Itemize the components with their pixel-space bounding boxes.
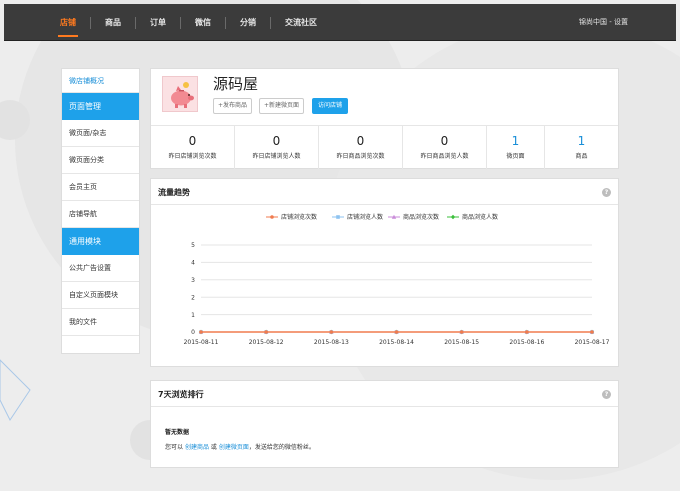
data-point-0-3 <box>394 330 399 334</box>
sidebar-item-5[interactable]: 店铺导航 <box>62 201 139 228</box>
shop-info-card: 源码屋 +发布商品 +新建微页面 访问店铺 0 昨日店铺浏览次数 0 昨日店铺浏览人数… <box>150 68 619 170</box>
empty-suffix: ，发送给您的微信粉丝。 <box>248 444 315 451</box>
nav-item-3[interactable]: 微信 <box>195 4 211 41</box>
legend-marker-3 <box>450 214 456 220</box>
y-tick-label-1: 1 <box>191 312 195 319</box>
x-tick-label-1: 2015-08-12 <box>249 339 284 346</box>
y-tick-label-3: 3 <box>191 277 195 284</box>
sidebar: 微店铺概况 页面管理 微页面/杂志 微页面分类 会员主页 店铺导航 通用模块 公共广告设置 自定… <box>61 68 140 354</box>
data-point-0-5 <box>525 330 529 334</box>
main-nav: 店铺 商品 订单 微信 分销 交流社区 <box>58 4 331 41</box>
legend-label-0: 店铺浏览次数 <box>281 213 317 221</box>
data-point-0-6 <box>590 330 594 334</box>
x-tick-label-2: 2015-08-13 <box>314 339 349 346</box>
new-page-button[interactable]: +新建微页面 <box>259 98 305 114</box>
traffic-trend-card: 流量趋势 ? 店铺浏览次数 店铺浏览人数 商品浏览次数 商品浏览人数 0 1 2 3 4 5 201… <box>150 178 619 367</box>
sidebar-item-2[interactable]: 微页面/杂志 <box>62 120 139 147</box>
traffic-line-chart: 店铺浏览次数 店铺浏览人数 商品浏览次数 商品浏览人数 0 1 2 3 4 5 2015-08-11… <box>184 213 610 346</box>
sidebar-item-1: 页面管理 <box>62 93 139 120</box>
legend-marker-0 <box>270 215 274 219</box>
stat-label: 商品 <box>575 153 588 160</box>
stat-4[interactable]: 1 微页面 <box>487 126 545 170</box>
legend-marker-1 <box>336 215 340 219</box>
legend-label-1: 店铺浏览人数 <box>347 213 383 221</box>
nav-separator <box>225 17 226 29</box>
data-point-0-0 <box>199 330 203 334</box>
sidebar-item-3[interactable]: 微页面分类 <box>62 147 139 174</box>
stat-value: 0 <box>356 134 365 148</box>
ranking-title: 7天浏览排行 <box>158 390 204 399</box>
stat-label: 昨日店铺浏览人数 <box>252 153 301 160</box>
stat-1[interactable]: 0 昨日店铺浏览人数 <box>235 126 319 170</box>
or-text: 或 <box>210 444 217 451</box>
visit-shop-button[interactable]: 访问店铺 <box>312 98 349 114</box>
stat-value: 0 <box>188 134 197 148</box>
y-tick-label-0: 0 <box>191 329 195 336</box>
nav-item-0[interactable]: 店铺 <box>58 4 78 41</box>
stat-value: 1 <box>511 134 520 148</box>
nav-item-4[interactable]: 分销 <box>240 4 256 41</box>
data-point-0-4 <box>459 330 464 334</box>
legend-label-3: 商品浏览人数 <box>462 213 498 221</box>
stat-label: 昨日商品浏览人数 <box>420 153 469 160</box>
stat-value: 0 <box>272 134 281 148</box>
empty-prefix: 您可以 <box>165 444 184 451</box>
top-navigation-bar: 店铺 商品 订单 微信 分销 交流社区 锦尚中国 - 设置 <box>4 4 676 41</box>
shop-logo[interactable] <box>162 76 198 112</box>
nav-separator <box>180 17 181 29</box>
x-tick-label-5: 2015-08-16 <box>509 339 544 346</box>
data-point-0-2 <box>329 330 334 334</box>
shop-stats: 0 昨日店铺浏览次数 0 昨日店铺浏览人数 0 昨日商品浏览次数 0 昨日商品浏览人数 1 微页面… <box>151 125 618 170</box>
y-tick-label-4: 4 <box>191 260 195 267</box>
create-goods-link[interactable]: 创建商品 <box>185 444 209 451</box>
sidebar-item-7[interactable]: 公共广告设置 <box>62 255 139 282</box>
data-point-0-1 <box>264 330 268 334</box>
help-icon[interactable]: ? <box>602 188 611 197</box>
stat-label: 昨日店铺浏览次数 <box>168 153 217 160</box>
legend-label-2: 商品浏览次数 <box>403 213 439 221</box>
x-tick-label-0: 2015-08-11 <box>184 339 219 346</box>
y-tick-label-2: 2 <box>191 294 195 301</box>
nav-item-1[interactable]: 商品 <box>105 4 121 41</box>
nav-separator <box>90 17 91 29</box>
nav-separator <box>270 17 271 29</box>
nav-item-2[interactable]: 订单 <box>150 4 166 41</box>
trend-title: 流量趋势 <box>158 188 190 197</box>
stat-5[interactable]: 1 商品 <box>545 126 618 170</box>
x-tick-label-6: 2015-08-17 <box>575 339 610 346</box>
stat-label: 昨日商品浏览次数 <box>336 153 385 160</box>
x-tick-label-4: 2015-08-15 <box>444 339 479 346</box>
shop-name: 源码屋 <box>213 75 259 93</box>
create-page-link[interactable]: 创建微页面 <box>219 444 249 451</box>
user-settings-link[interactable]: 锦尚中国 - 设置 <box>579 4 628 41</box>
y-tick-label-5: 5 <box>191 242 195 249</box>
divider <box>151 406 618 407</box>
sidebar-item-9[interactable]: 我的文件 <box>62 309 139 336</box>
sidebar-item-0[interactable]: 微店铺概况 <box>62 69 139 93</box>
empty-title: 暂无数据 <box>165 429 190 436</box>
x-tick-label-3: 2015-08-14 <box>379 339 414 346</box>
nav-separator <box>135 17 136 29</box>
publish-goods-button[interactable]: +发布商品 <box>213 98 253 114</box>
stat-2[interactable]: 0 昨日商品浏览次数 <box>319 126 403 170</box>
stat-value: 0 <box>440 134 449 148</box>
sidebar-item-6: 通用模块 <box>62 228 139 255</box>
sidebar-item-8[interactable]: 自定义页面模块 <box>62 282 139 309</box>
nav-item-5[interactable]: 交流社区 <box>285 4 317 41</box>
help-icon[interactable]: ? <box>602 390 611 399</box>
stat-label: 微页面 <box>506 153 525 160</box>
stat-0[interactable]: 0 昨日店铺浏览次数 <box>151 126 235 170</box>
stat-3[interactable]: 0 昨日商品浏览人数 <box>403 126 487 170</box>
sidebar-item-4[interactable]: 会员主页 <box>62 174 139 201</box>
empty-description: 您可以 创建商品 或 创建微页面，发送给您的微信粉丝。 <box>165 442 315 451</box>
stat-value: 1 <box>577 134 586 148</box>
piggy-bank-icon <box>171 82 194 108</box>
seven-day-ranking-card: 7天浏览排行 ? 暂无数据 您可以 创建商品 或 创建微页面，发送给您的微信粉丝… <box>150 380 619 468</box>
